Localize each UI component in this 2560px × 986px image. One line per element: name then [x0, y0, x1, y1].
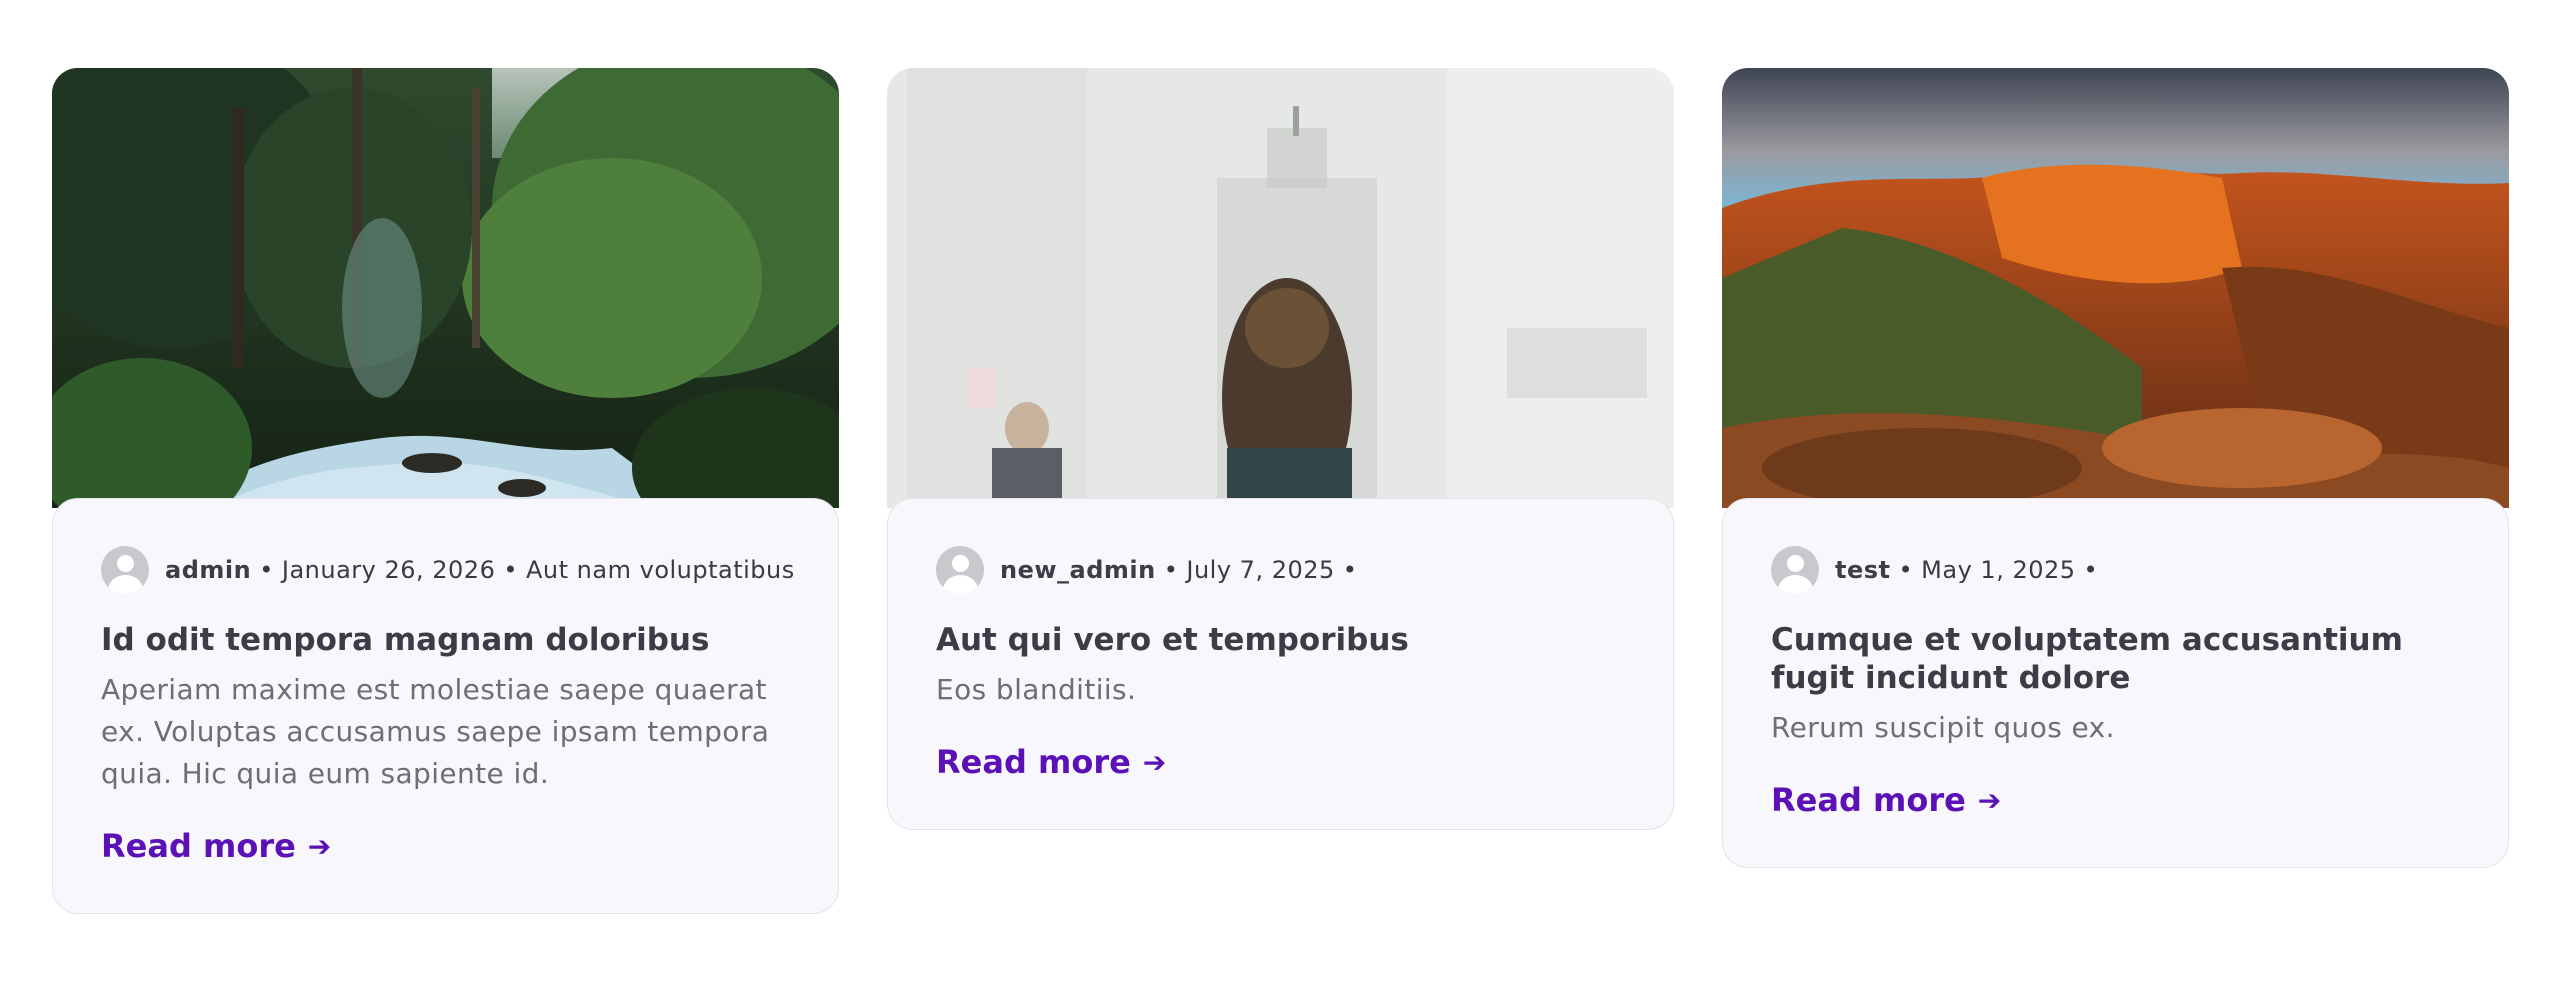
- default-user-avatar-icon: [1771, 546, 1819, 594]
- read-more-label: Read more: [936, 743, 1131, 781]
- post-thumbnail-image: [52, 68, 839, 508]
- arrow-right-icon: ➔: [1977, 783, 2002, 817]
- arrow-right-icon: ➔: [307, 829, 332, 863]
- meta-separator: •: [1898, 556, 1914, 584]
- post-date: January 26, 2026: [281, 556, 496, 584]
- meta-separator: •: [503, 556, 519, 584]
- default-user-avatar-icon: [101, 546, 149, 594]
- post-thumbnail-link[interactable]: [887, 68, 1674, 508]
- post-thumbnail-image: [1722, 68, 2509, 508]
- arrow-right-icon: ➔: [1142, 745, 1167, 779]
- post-meta: admin • January 26, 2026 • Aut nam volup…: [101, 545, 794, 595]
- post-author[interactable]: admin: [165, 556, 251, 584]
- meta-separator: •: [1163, 556, 1179, 584]
- post-grid: admin • January 26, 2026 • Aut nam volup…: [52, 68, 2510, 914]
- post-category[interactable]: Aut nam voluptatibus: [526, 556, 795, 584]
- post-title[interactable]: Cumque et voluptatem accusantium fugit i…: [1771, 621, 2460, 697]
- post-card-body: test • May 1, 2025 • Cumque et voluptate…: [1722, 498, 2509, 868]
- post-excerpt: Eos blanditiis.: [936, 673, 1137, 706]
- meta-separator: •: [259, 556, 274, 584]
- read-more-label: Read more: [101, 827, 296, 865]
- read-more-link[interactable]: Read more ➔: [1771, 781, 2001, 819]
- post-card-body: admin • January 26, 2026 • Aut nam volup…: [52, 498, 839, 914]
- meta-separator: •: [2083, 556, 2099, 584]
- post-meta: test • May 1, 2025 •: [1771, 545, 2460, 595]
- post-meta: new_admin • July 7, 2025 •: [936, 545, 1625, 595]
- post-excerpt: Rerum suscipit quos ex.: [1771, 711, 2115, 744]
- post-date: May 1, 2025: [1921, 556, 2076, 584]
- read-more-link[interactable]: Read more ➔: [936, 743, 1166, 781]
- post-title[interactable]: Id odit tempora magnam doloribus: [101, 621, 790, 659]
- post-thumbnail-image: [887, 68, 1674, 508]
- post-author[interactable]: test: [1835, 556, 1891, 584]
- post-card: admin • January 26, 2026 • Aut nam volup…: [52, 68, 839, 914]
- post-thumbnail-link[interactable]: [1722, 68, 2509, 508]
- post-card: test • May 1, 2025 • Cumque et voluptate…: [1722, 68, 2509, 868]
- post-title[interactable]: Aut qui vero et temporibus: [936, 621, 1625, 659]
- post-excerpt: Aperiam maxime est molestiae saepe quaer…: [101, 673, 770, 790]
- post-card: new_admin • July 7, 2025 • Aut qui vero …: [887, 68, 1674, 830]
- read-more-label: Read more: [1771, 781, 1966, 819]
- post-card-body: new_admin • July 7, 2025 • Aut qui vero …: [887, 498, 1674, 830]
- post-date: July 7, 2025: [1186, 556, 1335, 584]
- post-thumbnail-link[interactable]: [52, 68, 839, 508]
- read-more-link[interactable]: Read more ➔: [101, 827, 331, 865]
- default-user-avatar-icon: [936, 546, 984, 594]
- meta-separator: •: [1342, 556, 1358, 584]
- post-author[interactable]: new_admin: [1000, 556, 1156, 584]
